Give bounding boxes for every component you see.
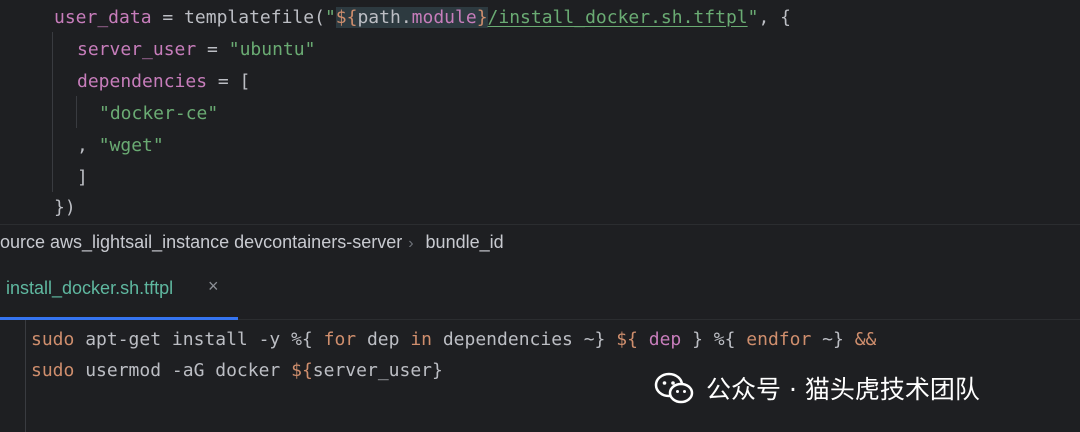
code-token: &&: [854, 329, 877, 350]
code-token: dependencies: [77, 71, 208, 92]
indent-guide: [76, 96, 77, 128]
breadcrumb-item-bundle-id[interactable]: bundle_id: [420, 232, 504, 252]
code-token: endfor: [746, 329, 812, 350]
code-token: = [: [207, 71, 251, 92]
code-token: } %{: [681, 329, 747, 350]
code-token: sudo: [31, 329, 75, 350]
code-token: server_user}: [312, 360, 443, 381]
code-line[interactable]: sudo apt-get install -y %{ for dep in de…: [31, 324, 876, 356]
code-line[interactable]: dependencies = [: [77, 66, 250, 98]
code-token: , {: [758, 7, 791, 28]
code-line[interactable]: user_data = templatefile("${path.module}…: [54, 2, 791, 34]
tab-label: install_docker.sh.tftpl: [6, 278, 174, 298]
code-token: dependencies ~}: [432, 329, 617, 350]
code-token: ": [324, 7, 336, 28]
code-token: path.: [357, 7, 412, 28]
code-token: dep: [356, 329, 411, 350]
code-line[interactable]: sudo usermod -aG docker ${server_user}: [31, 355, 443, 387]
tab-install-docker[interactable]: install_docker.sh.tftpl ×: [0, 259, 238, 321]
chevron-right-icon: ›: [408, 235, 414, 252]
code-token: ${: [335, 7, 358, 28]
watermark-text: 公众号 · 猫头虎技术团队: [706, 375, 980, 404]
code-line[interactable]: "docker-ce": [99, 98, 218, 130]
code-line[interactable]: }): [54, 192, 76, 224]
wechat-icon: [654, 372, 694, 404]
code-token: ,: [77, 135, 99, 156]
code-line[interactable]: server_user = "ubuntu": [77, 34, 315, 66]
code-token: =: [196, 39, 229, 60]
code-token: ]: [77, 167, 88, 188]
code-line[interactable]: ]: [77, 162, 88, 194]
gutter-divider: [25, 320, 26, 432]
code-token: = templatefile(: [151, 7, 325, 28]
code-token: dep: [648, 329, 682, 350]
breadcrumb-item-resource[interactable]: ource aws_lightsail_instance devcontaine…: [0, 232, 402, 252]
editor-top-pane[interactable]: user_data = templatefile("${path.module}…: [0, 0, 1080, 224]
breadcrumb: ource aws_lightsail_instance devcontaine…: [0, 224, 1080, 260]
code-token: ${: [291, 360, 313, 381]
code-token: module: [411, 7, 477, 28]
code-token: user_data: [54, 7, 152, 28]
watermark: 公众号 · 猫头虎技术团队: [654, 368, 980, 408]
code-token: /install_docker.sh.tftpl: [487, 7, 748, 28]
code-token: apt-get install -y %{: [74, 329, 324, 350]
close-icon[interactable]: ×: [208, 276, 219, 297]
code-token: for: [323, 329, 357, 350]
code-token: server_user: [77, 39, 197, 60]
code-token: usermod -aG docker: [74, 360, 292, 381]
code-token: "wget": [98, 135, 164, 156]
editor-tab-bar: install_docker.sh.tftpl ×: [0, 259, 1080, 321]
code-token: ~}: [811, 329, 855, 350]
code-token: "ubuntu": [228, 39, 316, 60]
code-token: sudo: [31, 360, 75, 381]
code-line[interactable]: , "wget": [77, 130, 164, 162]
code-token: }): [54, 197, 76, 218]
code-token: ${: [616, 329, 649, 350]
code-token: }: [476, 7, 488, 28]
code-token: ": [747, 7, 759, 28]
code-token: in: [410, 329, 432, 350]
indent-guide: [52, 32, 53, 192]
code-token: "docker-ce": [99, 103, 219, 124]
